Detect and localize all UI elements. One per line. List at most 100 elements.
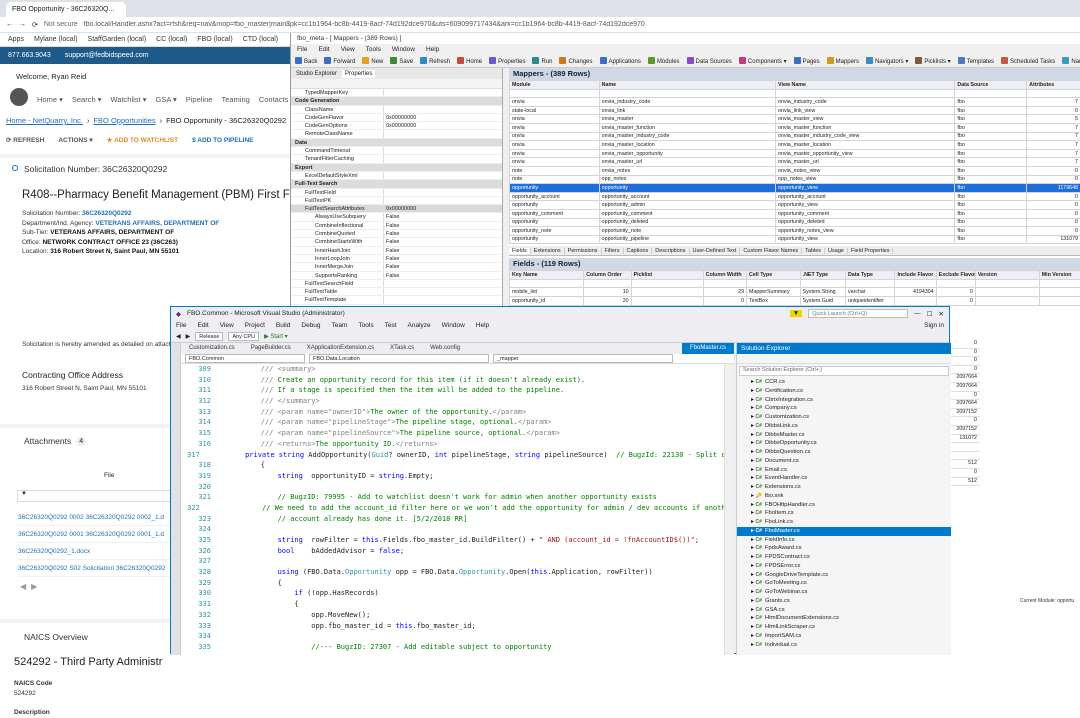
table-cell[interactable]: onvia_link: [599, 106, 775, 115]
table-cell[interactable]: fbo: [955, 132, 1027, 141]
table-cell[interactable]: onvia_master_industry_code: [599, 132, 775, 141]
property-row[interactable]: FullTextTemplate: [291, 296, 502, 304]
property-row[interactable]: ClassName: [291, 106, 502, 114]
property-row[interactable]: FullTextTable: [291, 288, 502, 296]
table-row[interactable]: noteopp_notesopp_notes_viewfbo0: [510, 175, 1080, 184]
document-tab[interactable]: XApplicationExtension.cs: [299, 343, 382, 354]
solution-item[interactable]: ▸ C#CitrixIntegration.cs: [737, 396, 951, 405]
forward-icon[interactable]: →: [19, 21, 26, 28]
table-cell[interactable]: 7: [1027, 132, 1080, 141]
vs-menu-item[interactable]: Help: [476, 322, 489, 329]
table-cell[interactable]: 7: [1027, 141, 1080, 150]
not-secure-badge[interactable]: Not secure: [44, 21, 78, 28]
code-line[interactable]: 319 string opportunityID = string.Empty;: [181, 471, 734, 482]
browser-tab[interactable]: FBO Opportunity - 36C26320Q...: [6, 2, 126, 17]
solution-item[interactable]: ▸ C#FboLink.cs: [737, 518, 951, 527]
table-cell[interactable]: [703, 279, 746, 288]
logo-icon[interactable]: [10, 88, 28, 106]
table-cell[interactable]: 0: [1027, 227, 1080, 236]
address-bar[interactable]: ← → ⟳ Not secure fbo.local/Handler.ashx?…: [0, 17, 1080, 33]
table-cell[interactable]: fbo: [955, 141, 1027, 150]
breadcrumb-home[interactable]: Home - NetQuarry, Inc.: [6, 116, 83, 125]
studio-toolbar-button[interactable]: Changes: [559, 57, 592, 65]
column-header[interactable]: Column Order: [584, 271, 631, 280]
property-row[interactable]: FullTextSearchField: [291, 280, 502, 288]
solution-item[interactable]: ▸ C#DibbsQuestion.cs: [737, 448, 951, 457]
property-value[interactable]: [383, 280, 502, 287]
solution-item[interactable]: ▸ C#Extensions.cs: [737, 483, 951, 492]
table-cell[interactable]: fbo: [955, 149, 1027, 158]
table-cell[interactable]: fbo: [955, 98, 1027, 107]
field-tab[interactable]: Fields: [509, 248, 531, 254]
property-value[interactable]: False: [383, 247, 502, 254]
code-line[interactable]: 312 /// </summary>: [181, 396, 734, 407]
solution-item[interactable]: ▸ C#Certification.cs: [737, 387, 951, 396]
studio-menu-item[interactable]: File: [297, 46, 307, 53]
property-row[interactable]: InnerMergeJoinFalse: [291, 263, 502, 271]
table-cell[interactable]: fbo: [955, 115, 1027, 124]
table-cell[interactable]: [975, 279, 1039, 288]
nav-item[interactable]: GSA ▾: [155, 95, 176, 104]
studio-toolbar-button[interactable]: Run: [532, 57, 552, 65]
property-row[interactable]: CombineQuotedFalse: [291, 230, 502, 238]
property-value[interactable]: [383, 172, 502, 179]
property-value[interactable]: [383, 288, 502, 295]
solution-item[interactable]: ▸ C#HtmlDocumentExtensions.cs: [737, 614, 951, 623]
table-cell[interactable]: onvia_notes_view: [776, 166, 955, 175]
nav-item[interactable]: Watchlist ▾: [110, 95, 146, 104]
studio-toolbar-button[interactable]: New: [362, 57, 383, 65]
code-line[interactable]: 321 // BugzID: 79995 - Add to watchlist …: [181, 492, 734, 503]
table-row[interactable]: opportunityopportunity_pipelineopportuni…: [510, 235, 1080, 244]
column-header[interactable]: Include Flavor: [895, 271, 936, 280]
table-cell[interactable]: onvia_master_url: [599, 158, 775, 167]
table-cell[interactable]: [975, 288, 1039, 297]
code-line[interactable]: 314 /// <param name="pipelineStage">The …: [181, 417, 734, 428]
table-cell[interactable]: opportunity_deleted: [776, 218, 955, 227]
studio-toolbar-button[interactable]: Templates: [958, 57, 994, 65]
table-cell[interactable]: opportunity_id: [510, 297, 584, 306]
property-value[interactable]: [383, 189, 502, 196]
table-cell[interactable]: 0: [1027, 192, 1080, 201]
add-to-watchlist-button[interactable]: ★ ADD TO WATCHLIST: [107, 136, 178, 144]
property-value[interactable]: 0x00000000: [383, 114, 502, 121]
code-line[interactable]: 311 /// If a stage is specified then the…: [181, 385, 734, 396]
table-cell[interactable]: opportunity: [510, 201, 600, 210]
table-cell[interactable]: [1039, 288, 1080, 297]
code-line[interactable]: 310 /// Create an opportunity record for…: [181, 375, 734, 386]
table-cell[interactable]: System.String: [800, 288, 845, 297]
table-cell[interactable]: [776, 89, 955, 98]
solution-item[interactable]: ▸ C#Company.cs: [737, 404, 951, 413]
property-row[interactable]: InnerHashJoinFalse: [291, 247, 502, 255]
table-cell[interactable]: onvia_industry_code: [776, 98, 955, 107]
table-cell[interactable]: [631, 297, 703, 306]
table-cell[interactable]: opportunity_comment: [510, 209, 600, 218]
url-text[interactable]: fbo.local/Handler.ashx?act=rfsh&req=nav&…: [84, 21, 645, 28]
property-row[interactable]: FullTextPK: [291, 197, 502, 205]
vs-menu-item[interactable]: View: [220, 322, 234, 329]
table-cell[interactable]: opportunity_account: [510, 192, 600, 201]
table-cell[interactable]: fbo: [955, 201, 1027, 210]
code-line[interactable]: 318 {: [181, 460, 734, 471]
solution-item[interactable]: ▸ C#FboMaster.cs: [737, 527, 951, 536]
studio-menu-item[interactable]: View: [341, 46, 355, 53]
table-cell[interactable]: [936, 279, 975, 288]
table-cell[interactable]: opportunity_comment: [776, 209, 955, 218]
table-cell[interactable]: onvia_master: [599, 115, 775, 124]
studio-toolbar-button[interactable]: Save: [390, 57, 413, 65]
solution-item[interactable]: ▸ C#FboItem.cs: [737, 509, 951, 518]
solution-item[interactable]: ▸ C#Individual.cs: [737, 641, 951, 650]
property-value[interactable]: False: [383, 213, 502, 220]
property-row[interactable]: Export: [291, 164, 502, 172]
code-line[interactable]: 313 /// <param name="ownerID">The owner …: [181, 407, 734, 418]
table-cell[interactable]: onvia: [510, 158, 600, 167]
studio-toolbar-button[interactable]: Forward: [324, 57, 355, 65]
table-cell[interactable]: opportunity: [510, 235, 600, 244]
table-cell[interactable]: 7: [1027, 123, 1080, 132]
vs-menu-item[interactable]: Build: [276, 322, 290, 329]
start-button[interactable]: ▶ Start ▾: [264, 333, 288, 340]
vs-menu-item[interactable]: Window: [442, 322, 465, 329]
property-row[interactable]: FullTextField: [291, 189, 502, 197]
table-row[interactable]: state-localonvia_linkonvia_link_viewfbo0: [510, 106, 1080, 115]
table-row[interactable]: onviaonvia_master_opportunityonvia_maste…: [510, 149, 1080, 158]
column-header[interactable]: Min Version: [1039, 271, 1080, 280]
